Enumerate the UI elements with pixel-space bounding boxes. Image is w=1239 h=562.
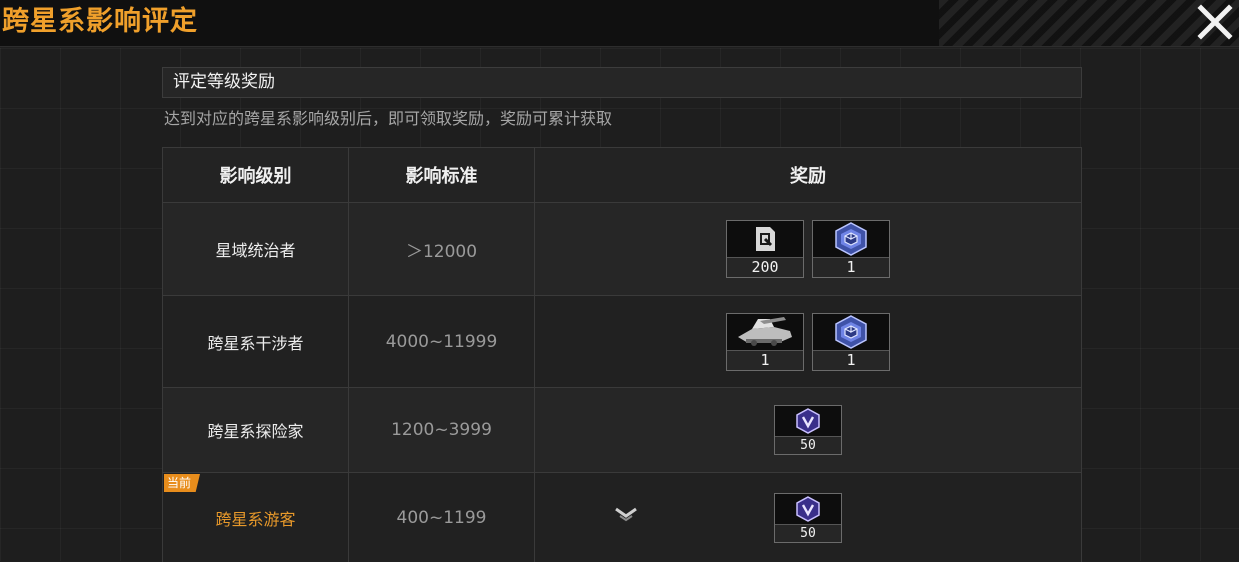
reward-table: 影响级别 影响标准 奖励 星域统治者 ＞12000 200 1 跨星系干涉者 4… [162,147,1082,562]
reward-count: 50 [775,436,841,454]
reward-count: 1 [813,349,889,370]
reward-count: 50 [775,523,841,542]
table-header-row: 影响级别 影响标准 奖励 [163,148,1081,203]
reward-cell: 1 1 [535,296,1081,387]
level-name: 跨星系干涉者 [207,333,304,353]
reward-count: 1 [813,257,889,277]
level-name: 星域统治者 [215,241,296,260]
reward-count: 1 [727,349,803,370]
header-reward: 奖励 [790,166,826,187]
reward-item[interactable]: 200 [726,220,804,278]
table-row: 星域统治者 ＞12000 200 1 [163,203,1081,296]
reward-cell: 50 [535,388,1081,472]
header-level: 影响级别 [219,166,292,187]
title-bar: 跨星系影响评定 [0,0,1239,47]
blue-cube-badge-icon [835,222,867,256]
current-badge: 当前 [164,474,200,492]
chevron-down-icon [615,507,637,522]
level-standard: 4000~11999 [385,331,498,352]
mech-unit-icon [738,316,792,346]
chip-token-icon [756,227,775,251]
reward-item[interactable]: 1 [726,312,804,371]
table-row: 跨星系探险家 1200~3999 50 [163,388,1081,473]
section-description: 达到对应的跨星系影响级别后，即可领取奖励，奖励可累计获取 [164,109,613,128]
window-title: 跨星系影响评定 [2,6,198,37]
header-standard: 影响标准 [405,166,478,187]
reward-item[interactable]: 1 [812,312,890,371]
purple-v-badge-icon [796,408,820,434]
close-icon [1197,4,1233,40]
reward-item[interactable]: 50 [774,405,842,455]
reward-count: 200 [727,257,803,277]
reward-item[interactable]: 1 [812,220,890,278]
close-button[interactable] [1195,2,1235,42]
column-divider [534,148,535,562]
table-row: 跨星系干涉者 4000~11999 1 1 [163,296,1081,388]
title-bar-stripes [939,0,1239,46]
column-divider [348,148,349,562]
level-name: 跨星系探险家 [207,422,304,441]
section-title: 评定等级奖励 [173,72,275,92]
level-standard: ＞12000 [405,241,478,262]
level-standard: 400~1199 [396,507,487,528]
reward-item[interactable]: 50 [774,492,842,543]
section-header: 评定等级奖励 [162,67,1082,98]
expand-button[interactable] [612,503,640,527]
purple-v-badge-icon [796,495,820,522]
reward-cell: 200 1 [535,203,1081,295]
level-standard: 1200~3999 [391,420,492,440]
blue-cube-badge-icon [835,314,867,349]
